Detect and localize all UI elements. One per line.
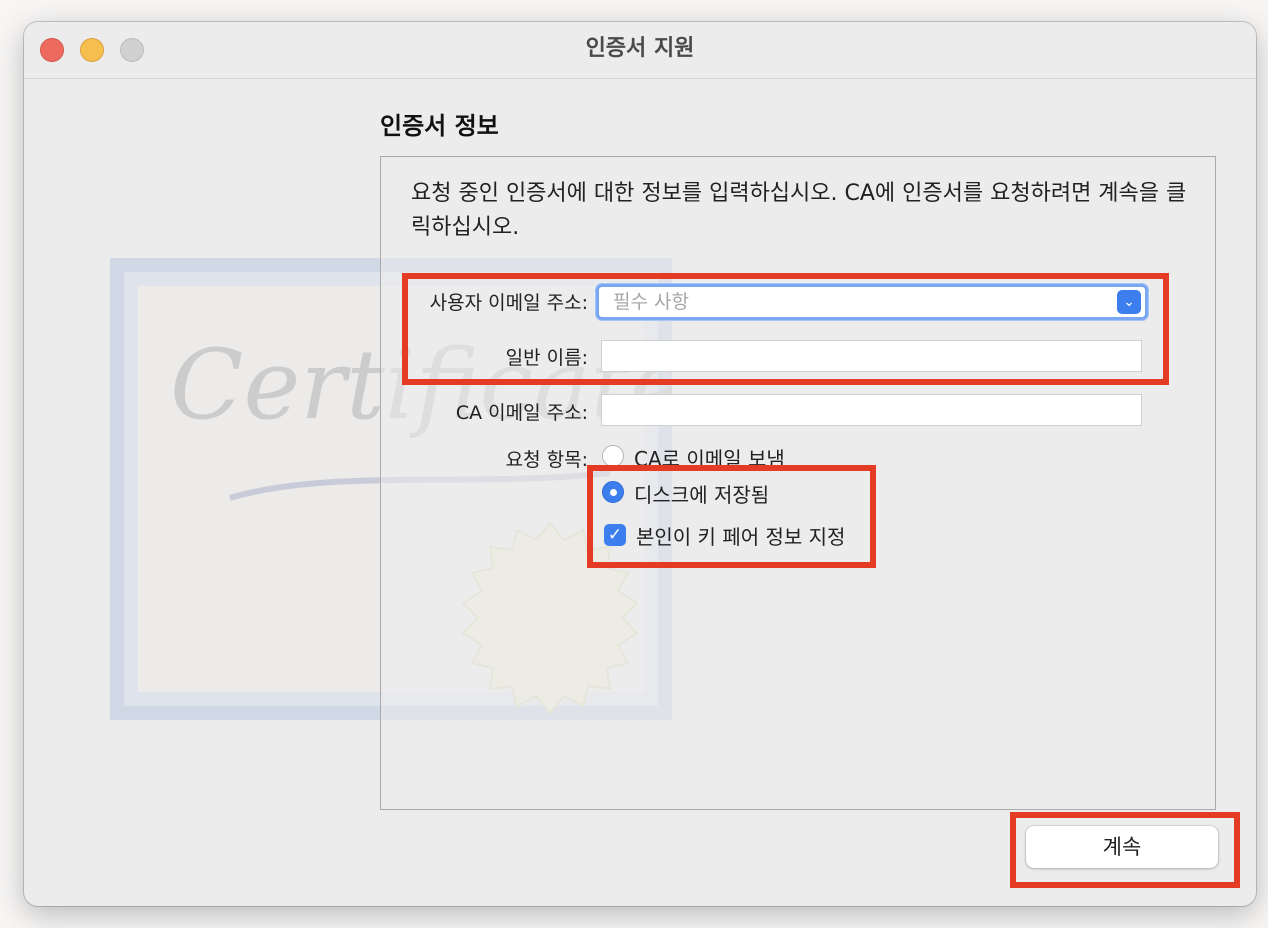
title-bar: 인증서 지원 xyxy=(24,22,1256,79)
certificate-assistant-window: 인증서 지원 Certificate 인증서 정보 요청 중인 인증서에 대한 … xyxy=(24,22,1256,906)
ca-email-field[interactable] xyxy=(601,394,1142,426)
intro-text: 요청 중인 인증서에 대한 정보를 입력하십시오. CA에 인증서를 요청하려면… xyxy=(411,181,1187,240)
section-title: 인증서 정보 xyxy=(380,112,499,140)
email-to-ca-radio[interactable] xyxy=(602,445,624,467)
window-title: 인증서 지원 xyxy=(585,36,695,61)
continue-button[interactable]: 계속 xyxy=(1026,826,1218,868)
ca-email-label: CA 이메일 주소: xyxy=(455,402,588,424)
request-label: 요청 항목: xyxy=(505,449,588,471)
highlight-box-options xyxy=(587,465,876,568)
highlight-box-name-fields xyxy=(402,273,1169,385)
